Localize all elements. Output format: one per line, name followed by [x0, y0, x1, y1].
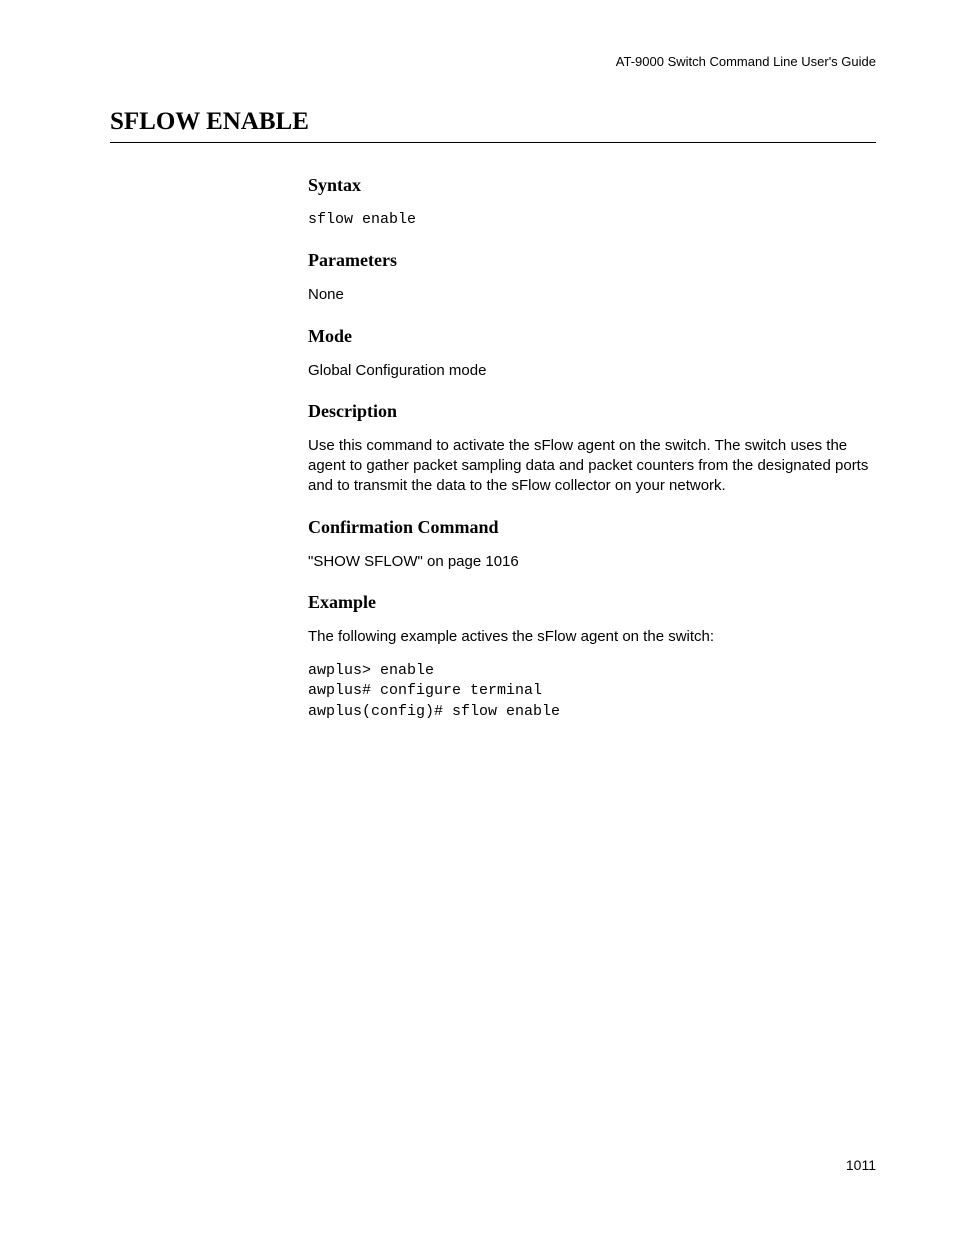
mode-text: Global Configuration mode	[308, 361, 876, 381]
example-heading: Example	[308, 592, 876, 613]
parameters-heading: Parameters	[308, 250, 876, 271]
page-number: 1011	[846, 1157, 876, 1173]
description-heading: Description	[308, 401, 876, 422]
confirmation-text: "SHOW SFLOW" on page 1016	[308, 552, 876, 572]
header-guide-title: AT-9000 Switch Command Line User's Guide	[616, 54, 876, 69]
example-code: awplus> enable awplus# configure termina…	[308, 661, 876, 722]
syntax-code: sflow enable	[308, 210, 876, 230]
page-title: SFLOW ENABLE	[110, 108, 876, 143]
example-intro: The following example actives the sFlow …	[308, 627, 876, 647]
description-text: Use this command to activate the sFlow a…	[308, 436, 876, 497]
mode-heading: Mode	[308, 326, 876, 347]
parameters-text: None	[308, 285, 876, 305]
content-body: Syntax sflow enable Parameters None Mode…	[308, 175, 876, 722]
confirmation-heading: Confirmation Command	[308, 517, 876, 538]
syntax-heading: Syntax	[308, 175, 876, 196]
